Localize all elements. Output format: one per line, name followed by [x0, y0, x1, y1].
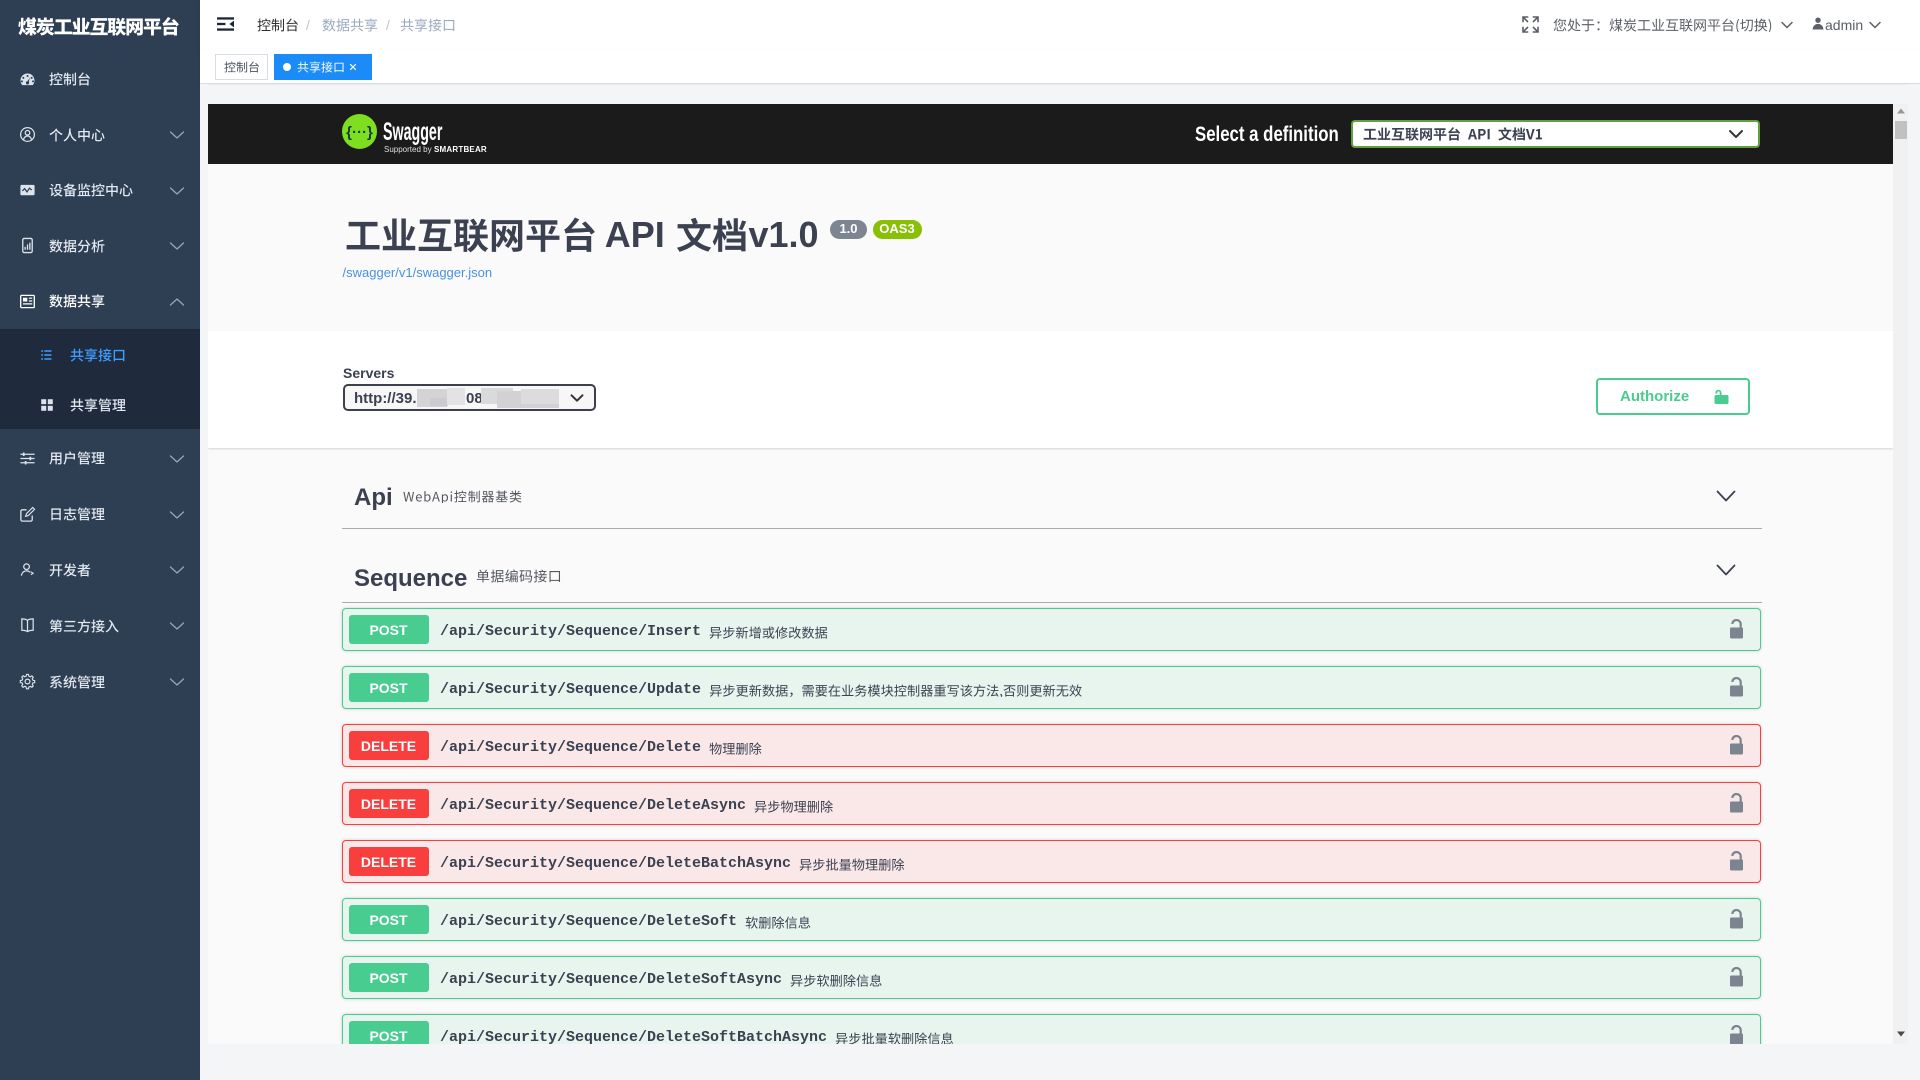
svg-text:{···}: {···} — [346, 124, 373, 141]
